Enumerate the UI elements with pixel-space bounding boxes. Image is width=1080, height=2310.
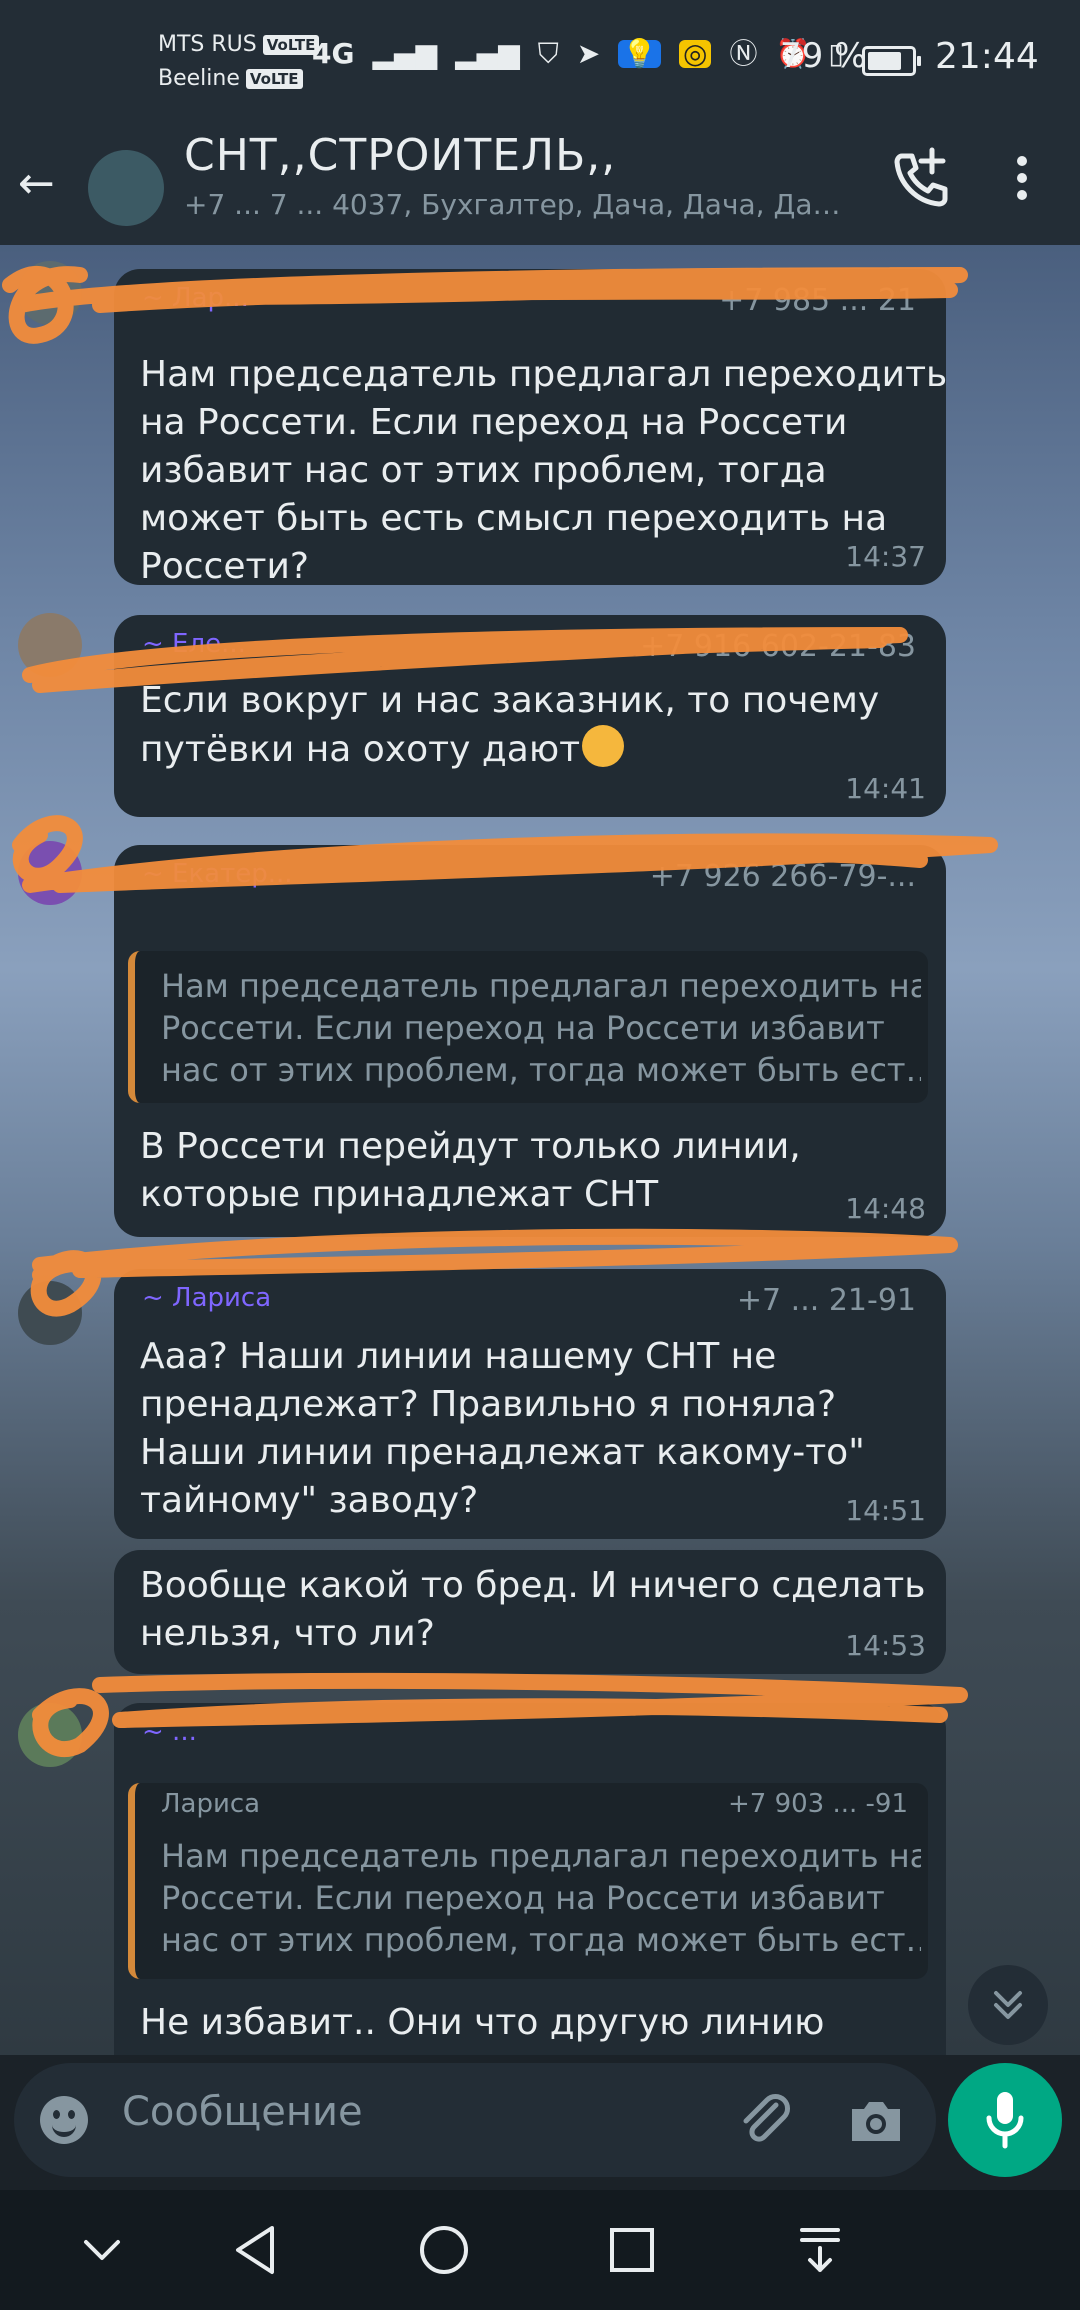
quoted-message[interactable]: Лариса +7 903 ... -91 Нам председатель п… [128,1783,928,1979]
message-time: 14:41 [845,772,926,805]
thinking-face-icon [582,725,625,767]
message-time: 14:51 [845,1494,926,1527]
quoted-sender: Лариса [161,1789,261,1819]
more-options-button[interactable] [1006,146,1038,210]
quoted-text: Нам председатель предлагал переходить на… [161,967,921,1089]
paperclip-icon [743,2094,790,2142]
status-bar: MTS RUS VoLTE Beeline VoLTE 4G ▂▄▆ ▂▄▆ ⛉ ➤… [0,0,1080,120]
avatar[interactable] [18,1281,82,1345]
volte-badge: VoLTE [245,69,303,89]
attach-button[interactable] [736,2091,796,2151]
camera-icon [852,2102,900,2141]
signal-icon: ▂▄▆ [455,37,520,70]
system-icons: 4G ▂▄▆ ▂▄▆ ⛉ ➤ 💡 ◎ Ⓝ ⏰ ▯ [312,40,844,68]
avatar[interactable] [18,613,82,677]
message-bubble[interactable]: ~ Лар... +7 985 ... 21 Нам председатель … [114,269,947,587]
sender-phone: +7 926 266-79-... [649,859,916,894]
sender-name[interactable]: ~ Екатер... [142,859,293,889]
hide-keyboard-chevron-icon[interactable] [74,2222,130,2278]
sender-name[interactable]: ~ ... [142,1717,197,1747]
network-type: 4G [312,37,355,70]
volte-badge: VoLTE [262,35,320,55]
message-bubble[interactable]: Вообще какой то бред. И ничего сделать н… [114,1550,946,1674]
add-call-button[interactable] [888,146,952,210]
sender-name[interactable]: ~ Лар... [142,283,249,313]
signal-icon: ▂▄▆ [372,37,438,70]
message-text: Ааа? Наши линии нашему СНТ не пренадлежа… [140,1336,865,1521]
chat-title[interactable]: СНТ,,СТРОИТЕЛЬ,, [184,130,616,181]
sender-phone: +7 916 602-21-83 [640,629,916,664]
scroll-to-bottom-button[interactable] [968,1965,1048,2045]
add-call-icon [894,147,948,207]
chat-header: ← СНТ,,СТРОИТЕЛЬ,, +7 ... 7 ... 4037, Бу… [0,120,1080,245]
clock: 21:44 [935,36,1039,77]
message-text: В Россети перейдут только линии, которые… [140,1126,801,1215]
sender-name[interactable]: ~ Лариса [142,1283,271,1313]
back-arrow-icon[interactable]: ← [18,158,55,209]
quoted-text: Нам председатель предлагал переходить на… [161,1837,921,1959]
system-navigation-bar [0,2190,1080,2310]
bulb-icon: 💡 [618,40,662,68]
quoted-phone: +7 903 ... -91 [727,1789,908,1819]
message-input[interactable]: Сообщение [122,2089,363,2135]
message-text: Нам председатель предлагал переходить на… [140,354,948,587]
avatar[interactable] [18,261,82,325]
message-time: 14:48 [845,1192,926,1225]
operator-1: MTS RUS VoLTE [158,32,320,57]
chat-area[interactable]: ~ Лар... +7 985 ... 21 Нам председатель … [0,245,1080,2055]
message-text: Если вокруг и нас заказник, то почему пу… [140,680,880,770]
battery-icon [862,46,921,76]
message-time: 14:53 [845,1629,926,1662]
home-circle-icon[interactable] [416,2222,472,2278]
message-bubble[interactable]: ~ ... Лариса +7 903 ... -91 Нам председа… [114,1703,946,2055]
avatar[interactable] [18,1703,82,1767]
battery-percent: 79 % [780,36,867,76]
sender-name[interactable]: ~ Еле... [142,629,246,659]
avatar[interactable] [18,841,82,905]
mic-icon [986,2092,1024,2149]
message-text: Вообще какой то бред. И ничего сделать н… [140,1565,926,1654]
message-bubble[interactable]: ~ Лариса +7 ... 21-91 Ааа? Наши линии на… [114,1269,946,1539]
sender-phone: +7 985 ... 21 [719,283,916,318]
camera-button[interactable] [846,2091,906,2151]
menu-dot [1017,173,1027,183]
sender-phone: +7 ... 21-91 [736,1283,916,1318]
telegram-icon: ➤ [576,37,601,70]
recents-square-icon[interactable] [604,2222,660,2278]
emoji-button[interactable] [40,2096,88,2144]
message-time: 14:37 [845,540,926,573]
notification-pulldown-icon[interactable] [792,2222,848,2278]
back-triangle-icon[interactable] [228,2222,284,2278]
message-bubble[interactable]: ~ Еле... +7 916 602-21-83 Если вокруг и … [114,615,946,817]
chat-participants[interactable]: +7 ... 7 ... 4037, Бухгалтер, Дача, Дача… [184,188,844,221]
group-avatar[interactable] [88,150,164,226]
app-icon: ◎ [679,40,712,68]
menu-dot [1017,190,1027,200]
emoji-icon [52,2120,76,2137]
shield-icon: ⛉ [537,37,559,70]
nfc-icon: Ⓝ [729,37,758,70]
double-chevron-down-icon [994,1991,1022,2019]
more-vert-icon [1017,156,1027,166]
operator-2: Beeline VoLTE [158,66,303,91]
quoted-message[interactable]: Нам председатель предлагал переходить на… [128,951,928,1103]
message-composer: Сообщение [14,2063,936,2177]
voice-message-button[interactable] [948,2063,1062,2177]
message-text: Не избавит.. Они что другую линию потяну… [140,2002,825,2055]
message-bubble[interactable]: ~ Екатер... +7 926 266-79-... Нам предсе… [114,845,946,1237]
